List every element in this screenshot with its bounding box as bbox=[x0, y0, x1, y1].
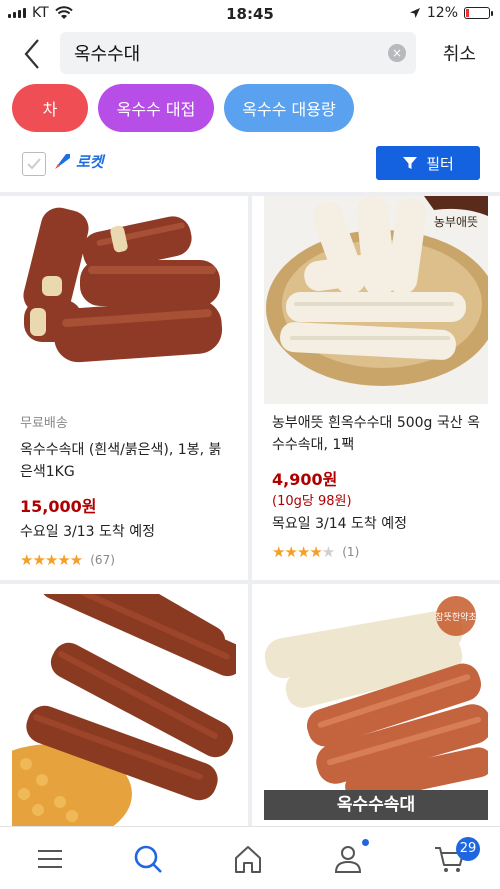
chip-corn-bulk[interactable]: 옥수수 대용량 bbox=[224, 84, 354, 132]
product-card[interactable]: 참뜻한약초 옥수수속대 bbox=[252, 584, 500, 826]
star-icons: ★★★★★ bbox=[20, 551, 83, 569]
tab-home[interactable] bbox=[230, 841, 270, 877]
cart-count-badge: 29 bbox=[456, 837, 480, 861]
star-icons: ★★★★ bbox=[272, 543, 323, 561]
filter-button[interactable]: 필터 bbox=[376, 146, 480, 180]
brand-logo: 농부애뜻 bbox=[434, 215, 478, 229]
location-arrow-icon bbox=[409, 8, 420, 18]
home-icon bbox=[235, 846, 261, 873]
product-grid: 무료배송 옥수수속대 (흰색/붉은색), 1봉, 붉은색1KG 15,000원 … bbox=[0, 196, 500, 826]
search-icon bbox=[134, 845, 162, 873]
funnel-icon bbox=[403, 157, 418, 169]
delivery-eta: 목요일 3/14 도착 예정 bbox=[272, 516, 407, 532]
star-empty-icon: ★ bbox=[321, 543, 335, 561]
product-image bbox=[12, 196, 236, 404]
search-input[interactable] bbox=[60, 32, 360, 74]
search-header: × 취소 bbox=[0, 30, 500, 78]
image-caption: 옥수수속대 bbox=[336, 795, 416, 815]
battery-percent: 12% bbox=[426, 5, 458, 21]
tab-search[interactable] bbox=[130, 841, 170, 877]
cancel-button[interactable]: 취소 bbox=[443, 40, 476, 66]
rating-stars: ★★★★ ★ (1) bbox=[272, 543, 486, 561]
notification-dot bbox=[362, 839, 369, 846]
rating-stars: ★★★★★ (67) bbox=[20, 551, 234, 569]
clear-search-icon[interactable]: × bbox=[388, 44, 406, 62]
review-count: (1) bbox=[342, 545, 360, 559]
product-image bbox=[12, 594, 236, 826]
menu-icon bbox=[38, 850, 62, 868]
chevron-left-icon bbox=[24, 39, 39, 69]
filter-bar: 로켓 필터 bbox=[0, 146, 500, 188]
tab-menu[interactable] bbox=[32, 841, 72, 877]
product-image: 참뜻한약초 옥수수속대 bbox=[264, 594, 488, 826]
rocket-only-checkbox[interactable] bbox=[22, 152, 46, 176]
search-box: × bbox=[60, 32, 416, 74]
product-card[interactable]: 농부애뜻 농부애뜻 흰옥수수대 500g 국산 옥수수속대, 1팩 4,900원… bbox=[252, 196, 500, 580]
product-image: 농부애뜻 bbox=[264, 196, 488, 404]
chip-tea[interactable]: 차 bbox=[12, 84, 88, 132]
product-title: 농부애뜻 흰옥수수대 500g 국산 옥수수속대, 1팩 bbox=[272, 415, 480, 453]
review-count: (67) bbox=[90, 553, 115, 567]
chip-corn-bowl[interactable]: 옥수수 대접 bbox=[98, 84, 214, 132]
battery-icon bbox=[464, 7, 493, 19]
delivery-eta: 수요일 3/13 도착 예정 bbox=[20, 524, 155, 540]
status-bar: KT 18:45 12% bbox=[0, 0, 500, 28]
tab-my-account[interactable] bbox=[330, 841, 370, 877]
related-keywords: 차 옥수수 대접 옥수수 대용량 bbox=[12, 84, 354, 132]
free-shipping-label: 무료배송 bbox=[20, 416, 68, 431]
product-card[interactable] bbox=[0, 584, 248, 826]
brand-stamp: 참뜻한약초 bbox=[435, 611, 476, 623]
rocket-icon bbox=[55, 154, 70, 169]
product-title: 옥수수속대 (흰색/붉은색), 1봉, 붉은색1KG bbox=[20, 442, 222, 480]
user-icon bbox=[334, 846, 362, 873]
back-button[interactable] bbox=[18, 36, 46, 72]
product-price: 4,900원 bbox=[272, 470, 338, 489]
product-price: 15,000원 bbox=[20, 497, 97, 516]
rocket-delivery-label[interactable]: 로켓 bbox=[52, 150, 104, 172]
bottom-tab-bar: 29 bbox=[0, 826, 500, 889]
product-card[interactable]: 무료배송 옥수수속대 (흰색/붉은색), 1봉, 붉은색1KG 15,000원 … bbox=[0, 196, 248, 580]
unit-price: (10g당 98원) bbox=[272, 494, 352, 509]
